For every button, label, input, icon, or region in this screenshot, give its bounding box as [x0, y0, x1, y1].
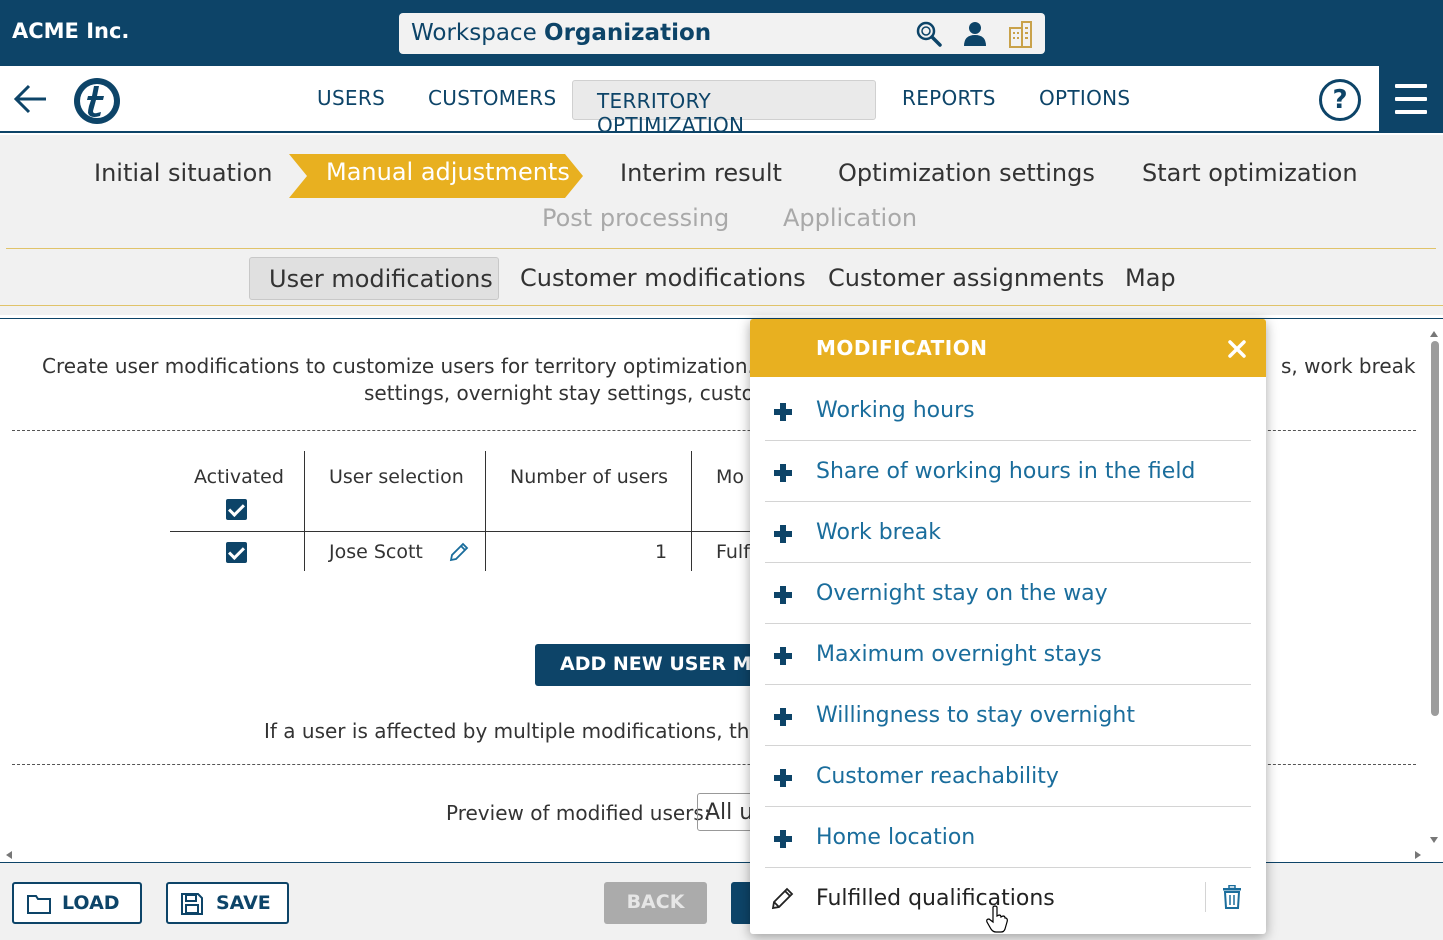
- hand-cursor-icon: [986, 905, 1008, 933]
- step-divider: [6, 248, 1436, 249]
- nav-reports[interactable]: REPORTS: [902, 86, 996, 110]
- step-optimization-settings[interactable]: Optimization settings: [838, 159, 1095, 187]
- plus-icon: [774, 403, 792, 421]
- step-application: Application: [783, 204, 918, 232]
- header-modification: Mo: [716, 466, 745, 488]
- back-arrow-icon[interactable]: [12, 82, 50, 116]
- modification-option-work-break[interactable]: Work break: [765, 502, 1251, 563]
- header-user-selection: User selection: [329, 466, 464, 488]
- save-label: SAVE: [216, 892, 271, 914]
- modification-option-fulfilled-qualifications[interactable]: Fulfilled qualifications: [765, 868, 1251, 929]
- step-start-optimization[interactable]: Start optimization: [1142, 159, 1358, 187]
- brand-name: ACME Inc.: [12, 19, 130, 43]
- scroll-left-arrow-icon[interactable]: [4, 849, 14, 861]
- plus-icon: [774, 647, 792, 665]
- modification-option-label: Customer reachability: [816, 764, 1059, 789]
- multiple-modifications-info: If a user is affected by multiple modifi…: [264, 719, 800, 743]
- folder-icon: [27, 895, 51, 914]
- subtab-map[interactable]: Map: [1125, 264, 1176, 292]
- close-icon[interactable]: [1225, 337, 1249, 361]
- pencil-icon: [771, 887, 794, 910]
- scroll-right-arrow-icon[interactable]: [1413, 849, 1423, 861]
- modification-option-label: Share of working hours in the field: [816, 459, 1196, 484]
- modification-option-overnight-stay[interactable]: Overnight stay on the way: [765, 563, 1251, 624]
- user-icon[interactable]: [960, 19, 990, 49]
- plus-icon: [774, 830, 792, 848]
- step-initial-situation[interactable]: Initial situation: [94, 159, 273, 187]
- save-button[interactable]: SAVE: [166, 882, 289, 924]
- add-new-user-modification-button[interactable]: ADD NEW USER MO: [535, 644, 765, 686]
- separator: [1205, 882, 1206, 912]
- modification-option-home-location[interactable]: Home location: [765, 807, 1251, 868]
- subtab-user-modifications[interactable]: User modifications: [249, 257, 499, 300]
- modification-option-customer-reachability[interactable]: Customer reachability: [765, 746, 1251, 807]
- modification-option-label: Home location: [816, 825, 976, 850]
- nav-options[interactable]: OPTIONS: [1039, 86, 1130, 110]
- load-button[interactable]: LOAD: [12, 882, 142, 924]
- search-icon[interactable]: [914, 19, 944, 49]
- modification-option-maximum-overnight-stays[interactable]: Maximum overnight stays: [765, 624, 1251, 685]
- edit-user-selection-icon[interactable]: [447, 540, 471, 564]
- help-button[interactable]: ?: [1319, 79, 1361, 121]
- modification-dialog: MODIFICATION Working hours Share of work…: [750, 319, 1266, 934]
- step-post-processing: Post processing: [542, 204, 730, 232]
- modification-option-label: Overnight stay on the way: [816, 581, 1108, 606]
- floppy-disk-icon: [181, 893, 203, 915]
- subtab-customer-assignments[interactable]: Customer assignments: [828, 264, 1104, 292]
- app-logo-icon[interactable]: [72, 76, 122, 126]
- plus-icon: [774, 708, 792, 726]
- modification-option-working-hours[interactable]: Working hours: [765, 380, 1251, 441]
- row-user-name: Jose Scott: [329, 541, 423, 563]
- subtab-divider: [0, 305, 1443, 306]
- hamburger-menu-icon[interactable]: [1379, 66, 1443, 132]
- table-header-line: [170, 531, 750, 532]
- workspace-selector[interactable]: Workspace Organization: [399, 13, 1045, 54]
- workflow-steps: Initial situation Manual adjustments Int…: [0, 135, 1443, 315]
- row-user-count: 1: [655, 541, 668, 563]
- preview-label: Preview of modified users:: [446, 801, 711, 825]
- back-button: BACK: [604, 882, 707, 924]
- modification-option-willingness[interactable]: Willingness to stay overnight: [765, 685, 1251, 746]
- top-bar: ACME Inc. Workspace Organization: [0, 0, 1443, 66]
- modification-option-label: Maximum overnight stays: [816, 642, 1102, 667]
- description-line-2: settings, overnight stay settings, custo…: [364, 381, 786, 405]
- load-label: LOAD: [62, 892, 120, 914]
- modification-option-label: Willingness to stay overnight: [816, 703, 1135, 728]
- table-divider: [304, 451, 305, 571]
- modification-option-label: Working hours: [816, 398, 975, 423]
- row-activated-checkbox[interactable]: [226, 542, 247, 563]
- modal-title: MODIFICATION: [816, 336, 988, 360]
- header-activated: Activated: [194, 466, 284, 488]
- building-icon[interactable]: [1005, 19, 1035, 49]
- row-modification: Fulf: [716, 541, 750, 563]
- step-interim-result[interactable]: Interim result: [620, 159, 782, 187]
- table-divider: [485, 451, 486, 571]
- modification-option-label: Fulfilled qualifications: [816, 886, 1055, 911]
- scrollbar-thumb[interactable]: [1431, 341, 1439, 716]
- modification-option-label: Work break: [816, 520, 941, 545]
- modification-option-share-of-working-hours[interactable]: Share of working hours in the field: [765, 441, 1251, 502]
- main-nav: USERS CUSTOMERS TERRITORY OPTIMIZATION R…: [0, 66, 1443, 137]
- plus-icon: [774, 769, 792, 787]
- nav-customers[interactable]: CUSTOMERS: [428, 86, 556, 110]
- description-line-1-end: s, work break: [1281, 354, 1416, 378]
- select-all-checkbox[interactable]: [226, 499, 247, 520]
- trash-icon[interactable]: [1221, 885, 1243, 909]
- table-divider: [691, 451, 692, 571]
- plus-icon: [774, 525, 792, 543]
- plus-icon: [774, 464, 792, 482]
- description-line-1: Create user modifications to customize u…: [42, 354, 795, 378]
- modal-header: MODIFICATION: [750, 319, 1266, 377]
- header-number-of-users: Number of users: [510, 466, 669, 488]
- plus-icon: [774, 586, 792, 604]
- nav-territory-optimization[interactable]: TERRITORY OPTIMIZATION: [572, 80, 876, 137]
- workspace-label: Workspace Organization: [411, 20, 712, 46]
- nav-users[interactable]: USERS: [317, 86, 385, 110]
- subtab-customer-modifications[interactable]: Customer modifications: [520, 264, 806, 292]
- step-manual-adjustments[interactable]: Manual adjustments: [326, 158, 570, 186]
